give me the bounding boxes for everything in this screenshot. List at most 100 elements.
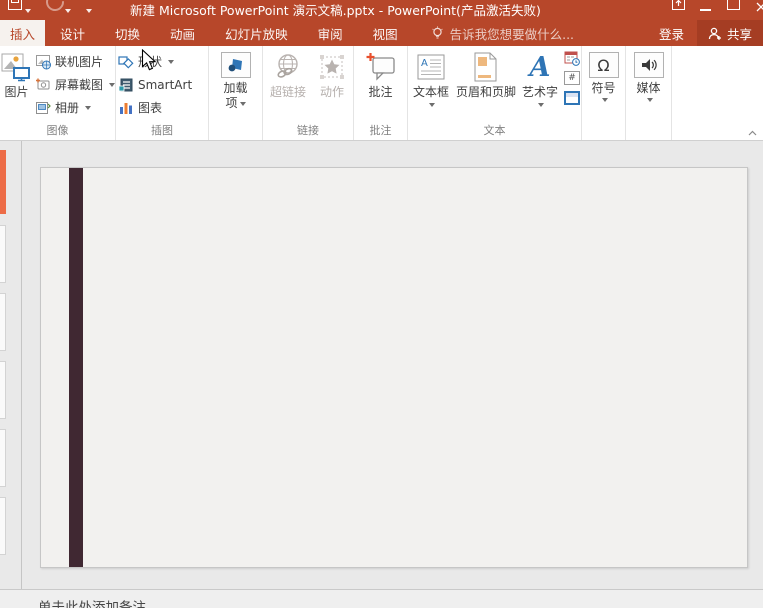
group-label-text: 文本	[408, 122, 581, 138]
tab-transitions[interactable]: 切换	[100, 20, 155, 46]
chart-button[interactable]: 图表	[116, 96, 192, 119]
slide-thumbnail-partial[interactable]	[0, 225, 6, 283]
close-icon	[756, 1, 763, 12]
group-addins: 加载 项	[209, 46, 263, 140]
screenshot-icon	[35, 77, 51, 93]
ribbon-display-options-button[interactable]	[672, 0, 685, 10]
header-footer-icon	[473, 49, 499, 85]
group-label-illustrations: 插图	[116, 122, 208, 138]
powerpoint-window: 新建 Microsoft PowerPoint 演示文稿.pptx - Powe…	[0, 0, 763, 608]
group-label-links: 链接	[263, 122, 353, 138]
group-text: A 文本框 页眉和页脚 A	[408, 46, 582, 140]
ribbon-insert: 图片 联机图片	[0, 46, 763, 141]
tab-review[interactable]: 审阅	[303, 20, 358, 46]
group-images: 图片 联机图片	[0, 46, 116, 140]
tab-slideshow[interactable]: 幻灯片放映	[210, 20, 303, 46]
comment-icon	[366, 49, 396, 85]
action-button: 动作	[312, 46, 352, 100]
dropdown-caret-icon	[240, 102, 246, 106]
photo-album-icon	[35, 100, 51, 116]
ribbon-filler	[672, 46, 763, 140]
wordart-button[interactable]: A 艺术字	[518, 46, 562, 107]
tell-me-box[interactable]: 告诉我您想要做什么...	[423, 20, 582, 46]
header-footer-button[interactable]: 页眉和页脚	[454, 46, 518, 100]
dropdown-caret-icon	[602, 98, 608, 102]
undo-dropdown-caret-icon[interactable]	[65, 9, 71, 13]
notes-pane[interactable]: 单击此处添加备注	[0, 589, 763, 608]
object-icon	[566, 93, 578, 97]
titlebar: 新建 Microsoft PowerPoint 演示文稿.pptx - Powe…	[0, 0, 763, 20]
tell-me-placeholder: 告诉我您想要做什么...	[450, 24, 574, 43]
dropdown-caret-icon	[85, 106, 91, 110]
speaker-icon	[634, 52, 664, 78]
date-time-button[interactable]	[564, 51, 580, 65]
editing-area	[0, 141, 763, 589]
group-label-images: 图像	[0, 122, 115, 138]
undo-icon[interactable]	[42, 0, 67, 15]
hyperlink-button: 超链接	[264, 46, 312, 100]
person-plus-icon	[708, 27, 722, 40]
dropdown-caret-icon	[168, 60, 174, 64]
group-label-comments: 批注	[354, 122, 407, 138]
dropdown-caret-icon	[647, 98, 653, 102]
slide-number-icon: #	[568, 73, 576, 83]
tab-view[interactable]: 视图	[358, 20, 413, 46]
share-button[interactable]: 共享	[697, 20, 763, 46]
thumbnail-pane-splitter[interactable]	[21, 141, 22, 589]
group-links: 超链接 动作 链接	[263, 46, 354, 140]
textbox-button[interactable]: A 文本框	[408, 46, 454, 107]
dropdown-caret-icon	[429, 103, 435, 107]
close-button[interactable]	[756, 0, 763, 16]
save-dropdown-caret-icon[interactable]	[25, 9, 31, 13]
shapes-icon	[118, 54, 134, 70]
dropdown-caret-icon	[538, 103, 544, 107]
arrow-up-icon	[674, 0, 683, 7]
action-icon	[319, 49, 345, 85]
group-symbols: Ω 符号	[582, 46, 626, 140]
hyperlink-icon	[274, 49, 302, 85]
object-button[interactable]	[564, 91, 580, 105]
slide-thumbnail-partial[interactable]	[0, 361, 6, 419]
smartart-icon	[118, 77, 134, 93]
photo-album-button[interactable]: 相册	[33, 96, 115, 119]
pictures-icon	[1, 49, 31, 85]
tab-insert[interactable]: 插入	[0, 20, 45, 46]
addins-button[interactable]: 加载 项	[211, 46, 261, 111]
smartart-button[interactable]: SmartArt	[116, 73, 192, 96]
window-title: 新建 Microsoft PowerPoint 演示文稿.pptx - Powe…	[130, 0, 541, 19]
tab-animations[interactable]: 动画	[155, 20, 210, 46]
maximize-button[interactable]	[727, 0, 740, 10]
chart-icon	[118, 100, 134, 116]
save-icon[interactable]	[8, 0, 22, 10]
quick-access-customize-caret-icon[interactable]	[86, 9, 92, 13]
omega-symbol-icon: Ω	[597, 56, 609, 75]
slide-design-bar[interactable]	[69, 168, 83, 567]
sign-in-button[interactable]: 登录	[646, 20, 697, 46]
notes-placeholder: 单击此处添加备注	[38, 596, 763, 608]
symbol-button[interactable]: Ω 符号	[583, 46, 625, 102]
group-illustrations: 形状 SmartArt	[116, 46, 209, 140]
svg-text:A: A	[421, 58, 428, 69]
slide-canvas[interactable]	[40, 167, 748, 568]
media-button[interactable]: 媒体	[627, 46, 671, 102]
online-pictures-button[interactable]: 联机图片	[33, 50, 115, 73]
tab-design[interactable]: 设计	[45, 20, 100, 46]
ribbon-tab-row: 插入 设计 切换 动画 幻灯片放映 审阅 视图 告诉我您想要做什么... 登录 …	[0, 20, 763, 46]
mouse-cursor	[141, 49, 158, 72]
collapse-ribbon-icon[interactable]	[748, 130, 757, 136]
share-label: 共享	[727, 24, 752, 43]
minimize-button[interactable]	[700, 0, 711, 11]
pictures-button[interactable]: 图片	[0, 46, 33, 100]
slide-thumbnail-partial[interactable]	[0, 497, 6, 555]
group-media: 媒体	[626, 46, 672, 140]
screenshot-button[interactable]: 屏幕截图	[33, 73, 115, 96]
slide-thumbnail-partial[interactable]	[0, 293, 6, 351]
wordart-icon: A	[530, 54, 551, 81]
slide-number-button[interactable]: #	[564, 71, 580, 85]
lightbulb-icon	[431, 26, 444, 40]
textbox-icon: A	[417, 49, 445, 85]
slide-thumbnail-active[interactable]	[0, 150, 6, 214]
slide-thumbnail-partial[interactable]	[0, 429, 6, 487]
dropdown-caret-icon	[109, 83, 115, 87]
new-comment-button[interactable]: 批注	[357, 46, 405, 100]
